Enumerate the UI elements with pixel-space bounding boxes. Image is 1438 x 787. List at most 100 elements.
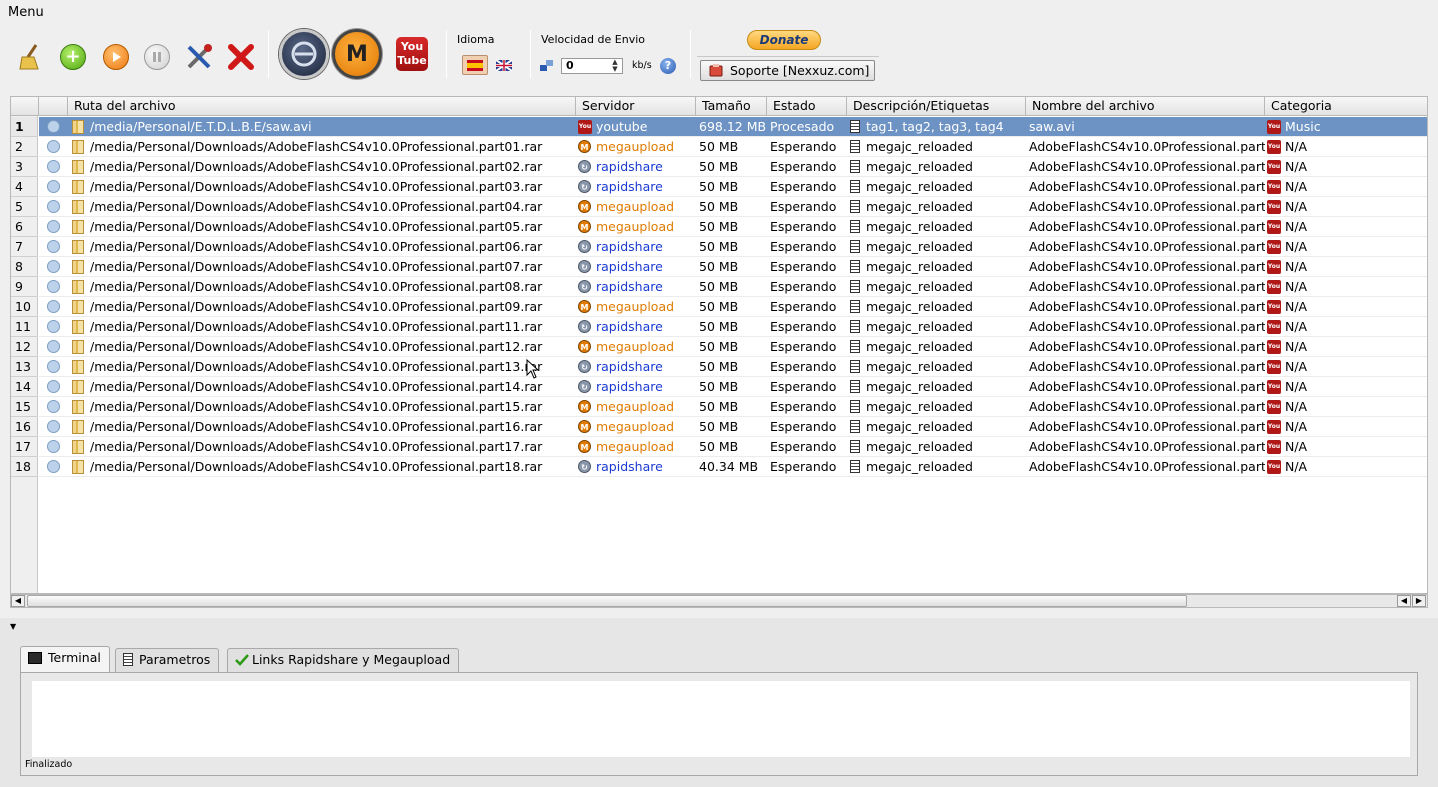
menu-button[interactable]: Menu — [8, 5, 44, 20]
table-row[interactable]: 1/media/Personal/E.T.D.L.B.E/saw.avi You y… — [11, 117, 1427, 137]
category-text: N/A — [1285, 159, 1308, 174]
table-row[interactable]: 13/media/Personal/Downloads/AdobeFlashCS… — [11, 357, 1427, 377]
server-link[interactable]: megaupload — [596, 439, 674, 454]
server-link[interactable]: megaupload — [596, 339, 674, 354]
server-link[interactable]: rapidshare — [596, 259, 663, 274]
server-link[interactable]: megaupload — [596, 399, 674, 414]
description-cell: megajc_reloaded — [847, 397, 1026, 417]
status-cell — [39, 397, 68, 417]
collapse-toggle-icon[interactable]: ▼ — [10, 622, 16, 631]
scroll-right-icon[interactable]: ▶ — [1412, 595, 1426, 607]
path-cell: /media/Personal/Downloads/AdobeFlashCS4v… — [68, 297, 576, 317]
header-categoria[interactable]: Categoria — [1265, 97, 1427, 116]
youtube-service-button[interactable]: You Tube — [396, 37, 428, 71]
youtube-icon: You — [578, 119, 592, 134]
size-cell: 50 MB — [696, 277, 767, 297]
table-row[interactable]: 15/media/Personal/Downloads/AdobeFlashCS… — [11, 397, 1427, 417]
category-text: N/A — [1285, 259, 1308, 274]
file-icon — [72, 359, 84, 374]
terminal-output[interactable] — [32, 681, 1410, 757]
table-row[interactable]: 7/media/Personal/Downloads/AdobeFlashCS4… — [11, 237, 1427, 257]
header-nombre[interactable]: Nombre del archivo — [1026, 97, 1265, 116]
scrollbar-thumb[interactable] — [27, 595, 1187, 607]
category-text: N/A — [1285, 439, 1308, 454]
scroll-left-end-icon[interactable]: ◀ — [1397, 595, 1411, 607]
rapidshare-icon: ↻ — [578, 160, 591, 173]
speed-spinner[interactable]: ▲ ▼ — [608, 59, 622, 74]
english-flag-button[interactable] — [491, 55, 517, 75]
tab-terminal[interactable]: Terminal — [20, 646, 110, 673]
header-descripcion[interactable]: Descripción/Etiquetas — [847, 97, 1026, 116]
table-row[interactable]: 14/media/Personal/Downloads/AdobeFlashCS… — [11, 377, 1427, 397]
server-link[interactable]: megaupload — [596, 219, 674, 234]
path-cell: /media/Personal/Downloads/AdobeFlashCS4v… — [68, 217, 576, 237]
megaupload-service-button[interactable]: M — [332, 29, 382, 79]
path-text: /media/Personal/Downloads/AdobeFlashCS4v… — [90, 459, 543, 474]
start-button[interactable] — [99, 40, 133, 74]
table-row[interactable]: 18/media/Personal/Downloads/AdobeFlashCS… — [11, 457, 1427, 477]
server-link[interactable]: rapidshare — [596, 459, 663, 474]
file-icon — [72, 379, 84, 394]
server-link[interactable]: megaupload — [596, 299, 674, 314]
megaupload-icon: M — [578, 340, 591, 353]
header-tamano[interactable]: Tamaño — [696, 97, 767, 116]
table-row[interactable]: 11/media/Personal/Downloads/AdobeFlashCS… — [11, 317, 1427, 337]
header-estado[interactable]: Estado — [767, 97, 847, 116]
size-cell: 50 MB — [696, 317, 767, 337]
state-cell: Esperando — [767, 237, 847, 257]
toolbar-separator — [446, 30, 447, 78]
category-text: N/A — [1285, 379, 1308, 394]
spain-flag-icon — [467, 59, 483, 71]
horizontal-scrollbar[interactable]: ◀ ◀ ▶ — [10, 594, 1428, 608]
server-link[interactable]: youtube — [596, 119, 647, 134]
server-link[interactable]: rapidshare — [596, 359, 663, 374]
state-cell: Esperando — [767, 437, 847, 457]
rapidshare-icon — [291, 41, 317, 67]
table-row[interactable]: 5/media/Personal/Downloads/AdobeFlashCS4… — [11, 197, 1427, 217]
table-row[interactable]: 6/media/Personal/Downloads/AdobeFlashCS4… — [11, 217, 1427, 237]
table-row[interactable]: 3/media/Personal/Downloads/AdobeFlashCS4… — [11, 157, 1427, 177]
table-row[interactable]: 16/media/Personal/Downloads/AdobeFlashCS… — [11, 417, 1427, 437]
pause-button[interactable] — [140, 40, 174, 74]
server-link[interactable]: rapidshare — [596, 379, 663, 394]
table-row[interactable]: 10/media/Personal/Downloads/AdobeFlashCS… — [11, 297, 1427, 317]
spanish-flag-button[interactable] — [462, 55, 488, 75]
server-link[interactable]: rapidshare — [596, 279, 663, 294]
server-link[interactable]: rapidshare — [596, 239, 663, 254]
filename-cell: AdobeFlashCS4v10.0Professional.part1 — [1026, 357, 1265, 377]
table-row[interactable]: 8/media/Personal/Downloads/AdobeFlashCS4… — [11, 257, 1427, 277]
header-ruta[interactable]: Ruta del archivo — [68, 97, 576, 116]
category-text: N/A — [1285, 299, 1308, 314]
server-link[interactable]: rapidshare — [596, 159, 663, 174]
server-link[interactable]: rapidshare — [596, 179, 663, 194]
server-cell: Mmegaupload — [576, 137, 696, 157]
server-link[interactable]: megaupload — [596, 139, 674, 154]
rapidshare-service-button[interactable] — [279, 29, 329, 79]
table-row[interactable]: 2/media/Personal/Downloads/AdobeFlashCS4… — [11, 137, 1427, 157]
table-row[interactable]: 12/media/Personal/Downloads/AdobeFlashCS… — [11, 337, 1427, 357]
donate-button[interactable]: Donate — [747, 30, 821, 50]
soporte-button[interactable]: Soporte [Nexxuz.com] — [700, 60, 875, 81]
clean-button[interactable] — [14, 40, 48, 74]
table-row[interactable]: 9/media/Personal/Downloads/AdobeFlashCS4… — [11, 277, 1427, 297]
tab-links[interactable]: Links Rapidshare y Megaupload — [227, 648, 460, 672]
scroll-left-icon[interactable]: ◀ — [11, 595, 25, 607]
server-link[interactable]: megaupload — [596, 199, 674, 214]
size-cell: 50 MB — [696, 157, 767, 177]
network-icon — [540, 60, 553, 71]
category-cell: You N/A — [1265, 437, 1427, 457]
clock-icon — [47, 440, 60, 453]
tab-parametros[interactable]: Parametros — [115, 648, 220, 672]
category-cell: You N/A — [1265, 377, 1427, 397]
path-text: /media/Personal/Downloads/AdobeFlashCS4v… — [90, 299, 543, 314]
description-text: megajc_reloaded — [866, 279, 973, 294]
help-icon[interactable]: ? — [660, 58, 676, 74]
add-button[interactable]: + — [56, 40, 90, 74]
tools-button[interactable] — [182, 40, 216, 74]
delete-button[interactable] — [224, 40, 258, 74]
server-link[interactable]: megaupload — [596, 419, 674, 434]
table-row[interactable]: 4/media/Personal/Downloads/AdobeFlashCS4… — [11, 177, 1427, 197]
table-row[interactable]: 17/media/Personal/Downloads/AdobeFlashCS… — [11, 437, 1427, 457]
header-servidor[interactable]: Servidor — [576, 97, 696, 116]
server-link[interactable]: rapidshare — [596, 319, 663, 334]
